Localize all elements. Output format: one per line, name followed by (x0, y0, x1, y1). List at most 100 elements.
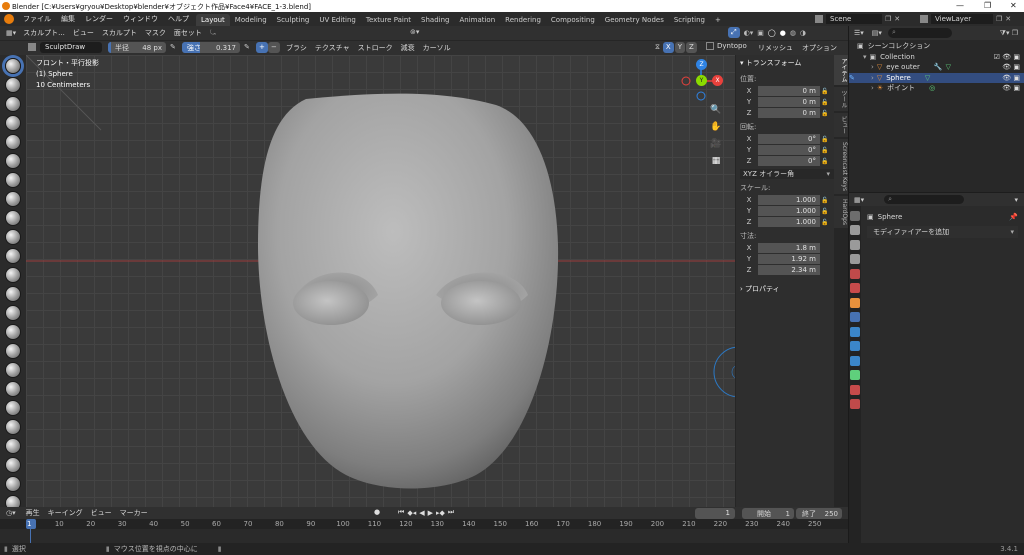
fill-brush-tool-icon[interactable] (5, 267, 21, 283)
gizmo-x-axis[interactable]: X (712, 75, 723, 86)
location-x-value[interactable]: 0 m (758, 86, 820, 96)
tab-layout[interactable]: Layout (196, 14, 230, 26)
rendered-shading-icon[interactable]: ◑ (800, 29, 806, 37)
mirror-x-button[interactable]: X (662, 42, 674, 53)
tab-rendering[interactable]: Rendering (500, 14, 546, 26)
xray-icon[interactable]: ▣ (757, 29, 764, 37)
eye-icon[interactable]: 👁 (1002, 63, 1011, 71)
nudge-brush-tool-icon[interactable] (5, 438, 21, 454)
dropdown-brush[interactable]: ブラシ (282, 43, 311, 53)
smooth-brush-tool-icon[interactable] (5, 229, 21, 245)
tab-view[interactable]: ビュー (834, 113, 848, 137)
constraints-tab-icon[interactable] (850, 355, 860, 366)
frame-ruler[interactable]: 10 20 30 40 50 60 70 80 90 100 110 120 130 140 150 160 1… (0, 519, 848, 529)
pressure-radius-icon[interactable]: ✎ (170, 43, 176, 51)
lock-icon[interactable]: 🔓 (820, 147, 830, 154)
menu-marker[interactable]: マーカー (116, 508, 152, 518)
tab-hardops[interactable]: HardOps (834, 196, 848, 229)
menu-timeline-view[interactable]: ビュー (87, 508, 116, 518)
scale-z-row[interactable]: Z 1.000 🔓 (740, 217, 830, 227)
tab-screencast-keys[interactable]: Screencast Keys (834, 139, 848, 194)
clay-thumb-brush-tool-icon[interactable] (5, 134, 21, 150)
delete-scene-icon[interactable]: ✕ (894, 15, 900, 23)
blob-brush-tool-icon[interactable] (5, 191, 21, 207)
lock-icon[interactable]: 🔓 (820, 208, 830, 215)
tab-modeling[interactable]: Modeling (230, 14, 272, 26)
expand-arrow-icon[interactable]: ▾ (863, 52, 867, 63)
tool-tab-icon[interactable] (850, 210, 860, 221)
menu-edit[interactable]: 編集 (56, 14, 80, 24)
extra-menu-icon[interactable]: ⤿ (206, 29, 220, 38)
properties-search-input[interactable]: ⌕ (884, 195, 965, 204)
current-frame-field[interactable]: 1 (695, 508, 735, 519)
expand-arrow-icon[interactable]: › (871, 73, 874, 84)
dropdown-texture[interactable]: テクスチャ (311, 43, 354, 53)
view-layer-tab-icon[interactable] (850, 254, 860, 264)
mirror-y-button[interactable]: Y (674, 42, 685, 53)
scene-tab-icon[interactable] (850, 268, 860, 279)
dropdown-falloff[interactable]: 減衰 (397, 43, 419, 53)
dimensions-y-value[interactable]: 1.92 m (758, 254, 820, 264)
pan-hand-icon[interactable]: ✋ (709, 120, 723, 134)
texture-tab-icon[interactable] (850, 399, 860, 409)
tab-texture-paint[interactable]: Texture Paint (361, 14, 416, 26)
menu-file[interactable]: ファイル (18, 14, 56, 24)
timeline-editor-icon[interactable]: ◷▾ (6, 509, 16, 517)
new-viewlayer-icon[interactable]: ❐ (996, 15, 1002, 23)
scale-x-row[interactable]: X 1.000 🔓 (740, 195, 830, 205)
eye-icon[interactable]: 👁 (1002, 84, 1011, 92)
dimensions-z-value[interactable]: 2.34 m (758, 265, 820, 275)
dimensions-y-row[interactable]: Y 1.92 m (740, 254, 830, 264)
pressure-strength-icon[interactable]: ✎ (244, 43, 250, 51)
jump-end-icon[interactable]: ⏭ (448, 508, 454, 517)
start-frame-field[interactable]: 開始 1 (742, 508, 794, 519)
dimensions-x-row[interactable]: X 1.8 m (740, 243, 830, 253)
overlay-icon[interactable]: ◐▾ (744, 29, 754, 37)
tab-sculpting[interactable]: Sculpting (272, 14, 315, 26)
lock-icon[interactable]: 🔓 (820, 158, 830, 165)
outliner-editor-icon[interactable]: ☰▾ (854, 29, 864, 37)
3d-viewport[interactable]: Z X Y 🔍 ✋ 🎥 ▦ (26, 55, 836, 507)
menu-mask[interactable]: マスク (141, 28, 170, 38)
modifier-tab-icon[interactable] (850, 312, 860, 322)
pose-brush-tool-icon[interactable] (5, 419, 21, 435)
location-z-value[interactable]: 0 m (758, 108, 820, 118)
grid-toggle-icon[interactable]: ▦ (709, 154, 723, 168)
rotation-y-row[interactable]: Y 0° 🔓 (740, 145, 830, 155)
location-y-row[interactable]: Y 0 m 🔓 (740, 97, 830, 107)
dimensions-x-value[interactable]: 1.8 m (758, 243, 820, 253)
outliner-search-input[interactable]: ⌕ (887, 28, 952, 38)
material-shading-icon[interactable]: ◍ (790, 29, 796, 37)
dyntopo-checkbox[interactable] (706, 42, 714, 50)
outliner-item-point-light[interactable]: › ☀ ポイント ◎ 👁 ▣ (849, 83, 1024, 94)
rotation-y-value[interactable]: 0° (758, 145, 820, 155)
particles-tab-icon[interactable] (850, 326, 860, 337)
pinch-brush-tool-icon[interactable] (5, 324, 21, 340)
direction-add-button[interactable]: + (256, 42, 268, 53)
select-icon[interactable]: ⤢ (728, 27, 740, 38)
outliner-item-sphere[interactable]: › ▽ Sphere ▽ 👁 ▣ (849, 72, 1024, 84)
location-y-value[interactable]: 0 m (758, 97, 820, 107)
eye-icon[interactable]: 👁 (1002, 53, 1011, 61)
properties-editor-icon[interactable]: ▦▾ (854, 196, 864, 204)
material-tab-icon[interactable] (850, 384, 860, 395)
timeline-area[interactable]: 10 20 30 40 50 60 70 80 90 100 110 120 130 140 150 160 1… (0, 519, 848, 543)
clay-strips-brush-tool-icon[interactable] (5, 115, 21, 131)
lock-icon[interactable]: 🔓 (820, 88, 830, 95)
physics-tab-icon[interactable] (850, 341, 860, 351)
blender-menu-icon[interactable] (4, 14, 14, 24)
camera-icon[interactable]: ▣ (1013, 53, 1020, 61)
tab-item[interactable]: アイテム (834, 55, 848, 85)
flatten-brush-tool-icon[interactable] (5, 248, 21, 264)
lock-icon[interactable]: 🔓 (820, 197, 830, 204)
add-modifier-button[interactable]: モディファイアーを追加 ▾ (867, 226, 1018, 238)
camera-icon[interactable]: ▣ (1013, 74, 1020, 82)
lock-icon[interactable]: 🔓 (820, 219, 830, 226)
filter-icon[interactable]: ⧩▾ ❐ (1000, 29, 1018, 38)
grab-brush-tool-icon[interactable] (5, 343, 21, 359)
direction-subtract-button[interactable]: − (268, 42, 280, 53)
expand-arrow-icon[interactable]: › (871, 83, 874, 94)
menu-sculpt[interactable]: スカルプト (98, 28, 141, 38)
location-z-row[interactable]: Z 0 m 🔓 (740, 108, 830, 118)
pin-icon[interactable]: 📌 (1009, 213, 1018, 221)
